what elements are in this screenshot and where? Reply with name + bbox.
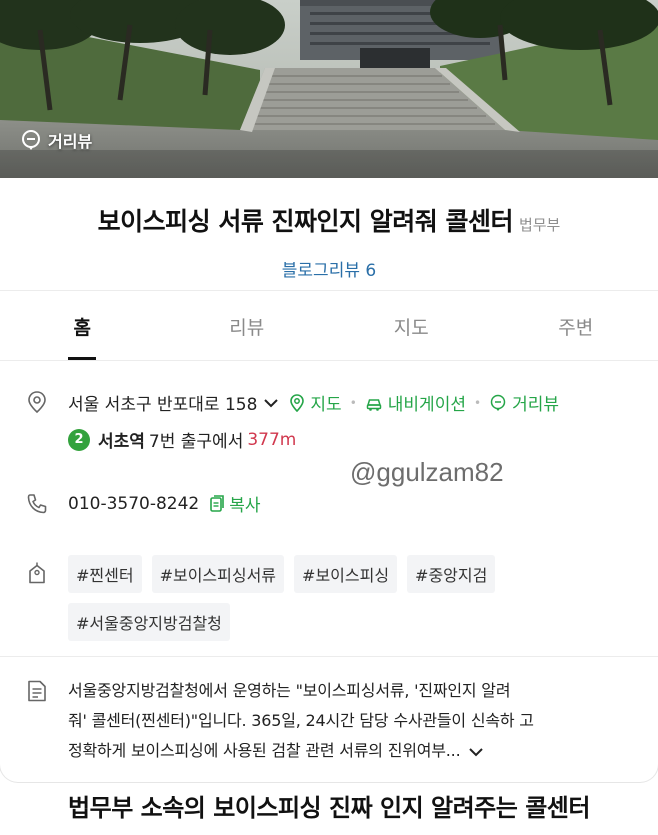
subway-distance: 377m <box>247 429 297 450</box>
subway-exit: 7번 출구에서 <box>148 432 244 452</box>
address-text: 서울 서초구 반포대로 158 <box>68 395 258 415</box>
subway-station: 서초역 <box>98 432 145 452</box>
copy-button-label: 복사 <box>229 496 261 516</box>
streetview-badge-label: 거리뷰 <box>48 132 93 151</box>
tag-list: #찐센터 #보이스피싱서류 #보이스피싱 #중앙지검 #서울중앙지방검찰청 <box>68 555 568 641</box>
map-link[interactable]: 지도 <box>289 390 342 415</box>
divider <box>0 290 658 291</box>
building-photo-image <box>0 0 658 178</box>
description-line: 줘' 콜센터(찐센터)"입니다. 365일, 24시간 담당 수사관들이 신속하… <box>68 711 534 730</box>
tag-icon <box>29 562 45 584</box>
tag-chip[interactable]: #중앙지검 <box>407 555 496 593</box>
description-text[interactable]: 서울중앙지방검찰청에서 운영하는 "보이스피싱서류, '진짜인지 알려 줘' 콜… <box>68 676 634 766</box>
phone-number[interactable]: 010-3570-8242 <box>68 494 199 514</box>
place-photo[interactable]: 거리뷰 <box>0 0 658 178</box>
subway-line-badge: 2 <box>68 428 90 451</box>
chevron-down-icon[interactable] <box>468 746 484 758</box>
separator-dot: • <box>473 395 482 410</box>
tag-chip[interactable]: #서울중앙지방검찰청 <box>68 603 230 641</box>
place-card: 거리뷰 보이스피싱 서류 진짜인지 알려줘 콜센터 법무부 블로그리뷰 6 홈 리… <box>0 0 658 782</box>
tab-review[interactable]: 리뷰 <box>165 292 330 360</box>
caption: 법무부 소속의 보이스피싱 진짜 인지 알려주는 콜센터 <box>68 794 590 822</box>
chevron-down-icon[interactable] <box>263 397 279 409</box>
car-icon <box>366 398 382 411</box>
phone-icon <box>27 494 47 514</box>
place-category: 법무부 <box>518 216 561 234</box>
document-icon <box>28 680 46 702</box>
place-header: 보이스피싱 서류 진짜인지 알려줘 콜센터 법무부 <box>0 202 658 238</box>
navigation-link-label: 내비게이션 <box>387 395 466 415</box>
divider <box>0 656 658 657</box>
separator-dot: • <box>349 395 357 410</box>
map-pin-icon <box>290 393 305 412</box>
navigation-link[interactable]: 내비게이션 <box>365 390 466 415</box>
tag-chip[interactable]: #보이스피싱 <box>294 555 398 593</box>
description-line: 정확하게 보이스피싱에 사용된 검찰 관련 서류의 진위여부... <box>68 741 461 760</box>
description-line: 서울중앙지방검찰청에서 운영하는 "보이스피싱서류, '진짜인지 알려 <box>68 681 511 700</box>
tab-map[interactable]: 지도 <box>329 292 494 360</box>
subway-info: 2 서초역 7번 출구에서 377m <box>68 427 634 452</box>
location-pin-icon <box>28 391 46 414</box>
watermark: @ggulzam82 <box>350 457 504 487</box>
copy-button[interactable]: 복사 <box>209 491 261 516</box>
streetview-link-label: 거리뷰 <box>512 395 559 415</box>
streetview-link[interactable]: 거리뷰 <box>489 390 559 415</box>
place-tabs: 홈 리뷰 지도 주변 <box>0 292 658 360</box>
tab-home[interactable]: 홈 <box>0 292 165 360</box>
copy-icon <box>210 494 225 512</box>
tag-chip[interactable]: #찐센터 <box>68 555 142 593</box>
tag-chip[interactable]: #보이스피싱서류 <box>151 555 285 593</box>
streetview-badge[interactable]: 거리뷰 <box>20 128 92 152</box>
streetview-icon <box>490 394 506 411</box>
divider <box>0 360 658 361</box>
streetview-icon <box>22 130 40 150</box>
blog-review-link[interactable]: 블로그리뷰 6 <box>0 256 658 281</box>
place-title: 보이스피싱 서류 진짜인지 알려줘 콜센터 <box>97 207 514 236</box>
map-link-label: 지도 <box>310 395 342 415</box>
tab-nearby[interactable]: 주변 <box>494 292 658 360</box>
